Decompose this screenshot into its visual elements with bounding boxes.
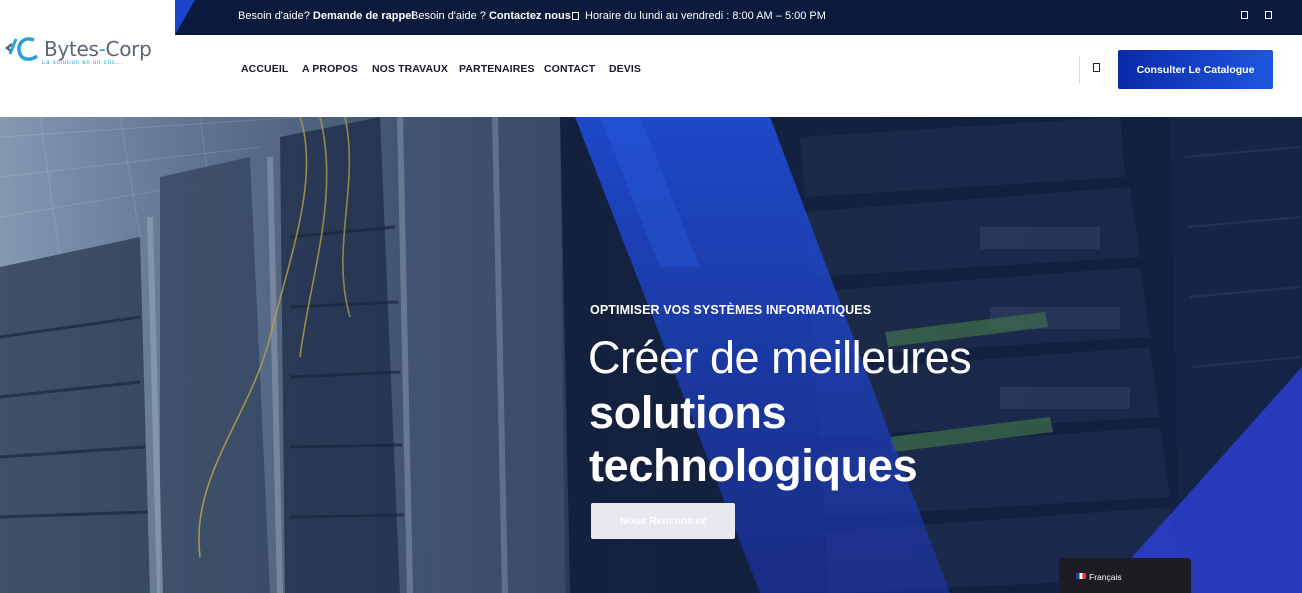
clock-icon	[572, 12, 579, 20]
logo-name-part2: Corp	[105, 37, 152, 61]
help-contact: Besoin d'aide ? Contactez nous	[411, 10, 571, 22]
top-info-bar: Besoin d'aide? Demande de rappel Besoin …	[175, 0, 1302, 35]
logo-mark-icon	[4, 37, 39, 61]
social-icon[interactable]	[1241, 11, 1248, 19]
opening-hours: Horaire du lundi au vendredi : 8:00 AM –…	[572, 10, 826, 22]
callback-link[interactable]: Demande de rappel	[313, 10, 414, 22]
nav-item-contact[interactable]: CONTACT	[544, 63, 595, 75]
hero-title-bold-line2: technologiques	[589, 440, 918, 491]
meet-us-label: Nous Rencontrez	[619, 515, 707, 527]
catalogue-button[interactable]: Consulter Le Catalogue	[1118, 50, 1273, 89]
logo-tagline: La solution en un clic...	[42, 60, 124, 66]
site-logo[interactable]: Bytes-Corp La solution en un clic...	[4, 34, 154, 74]
hero-title-light: Créer de meilleures	[588, 332, 972, 383]
nav-item-accueil[interactable]: ACCUEIL	[241, 63, 288, 75]
help-callback-prefix: Besoin d'aide?	[238, 10, 313, 22]
logo-name-part1: Bytes	[44, 37, 99, 61]
france-flag-icon	[1076, 573, 1086, 579]
search-icon[interactable]	[1093, 63, 1100, 72]
logo-name-separator: -	[98, 37, 106, 61]
logo-name: Bytes-Corp	[44, 37, 152, 61]
topbar-accent	[175, 0, 195, 35]
contact-link[interactable]: Contactez nous	[489, 10, 571, 22]
hero-eyebrow: OPTIMISER VOS SYSTÈMES INFORMATIQUES	[590, 303, 872, 317]
opening-hours-text: Horaire du lundi au vendredi : 8:00 AM –…	[585, 10, 826, 22]
language-label: Français	[1089, 572, 1122, 582]
help-callback: Besoin d'aide? Demande de rappel	[238, 10, 414, 22]
hero-section: OPTIMISER VOS SYSTÈMES INFORMATIQUES Cré…	[0, 117, 1302, 593]
nav-item-nos-travaux[interactable]: NOS TRAVAUX	[372, 63, 448, 75]
nav-item-a-propos[interactable]: A PROPOS	[302, 63, 358, 75]
meet-us-button[interactable]: Nous Rencontrez	[591, 503, 735, 539]
nav-item-partenaires[interactable]: PARTENAIRES	[459, 63, 535, 75]
nav-item-devis[interactable]: DEVIS	[609, 63, 641, 75]
hero-title-bold-line1: solutions	[589, 387, 787, 438]
header-divider	[1079, 56, 1080, 83]
language-switcher[interactable]: Français	[1059, 558, 1191, 593]
hero-title-bold: solutions technologiques	[589, 386, 918, 492]
social-icon[interactable]	[1265, 11, 1272, 19]
help-contact-prefix: Besoin d'aide ?	[411, 10, 489, 22]
